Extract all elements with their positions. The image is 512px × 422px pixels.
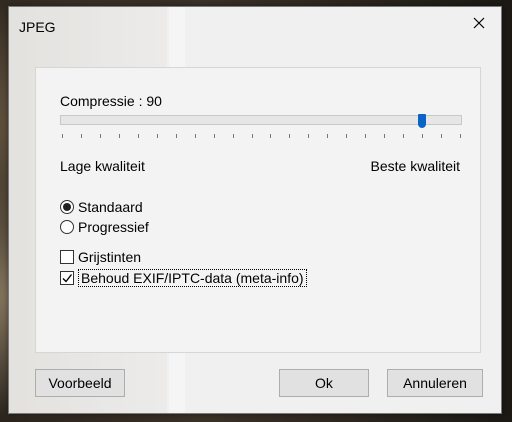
slider-ticks [62,134,462,140]
checkbox-behoud-exif[interactable]: Behoud EXIF/IPTC-data (meta-info) [60,269,307,287]
slider-tick [365,134,367,138]
slider-tick [232,134,234,138]
checkbox-grijstinten[interactable]: Grijstinten [60,249,141,265]
preview-button[interactable]: Voorbeeld [35,369,125,397]
radio-button-icon [60,200,74,214]
slider-tick [80,134,82,138]
radio-progressief[interactable]: Progressief [60,219,149,235]
slider-tick [156,134,158,138]
slider-tick [327,134,329,138]
dialog-title: JPEG [19,19,56,35]
checkbox-icon [60,271,74,285]
checkbox-grijstinten-label: Grijstinten [78,249,142,265]
slider-tick [441,134,443,138]
cancel-button[interactable]: Annuleren [387,369,483,397]
radio-selected-dot [63,203,71,211]
slider-tick [270,134,272,138]
radio-standaard[interactable]: Standaard [60,199,143,215]
slider-tick [403,134,405,138]
slider-tick [251,134,253,138]
slider-tick [289,134,291,138]
close-icon [473,17,485,29]
ok-button[interactable]: Ok [279,369,369,397]
slider-tick [194,134,196,138]
slider-tick [137,134,139,138]
settings-panel: Compressie : 90 Lage kwaliteit Beste kwa… [35,67,481,353]
radio-standaard-label: Standaard [78,199,143,215]
compression-label: Compressie : 90 [60,93,162,109]
checkmark-icon [62,274,73,283]
checkbox-icon [60,250,74,264]
close-button[interactable] [457,7,501,39]
slider-tick [346,134,348,138]
title-bar: JPEG [9,7,501,47]
radio-progressief-label: Progressief [78,219,149,235]
slider-tick [62,134,63,138]
low-quality-label: Lage kwaliteit [60,158,145,174]
slider-tick [384,134,386,138]
slider-tick [460,134,461,138]
slider-tick [308,134,310,138]
slider-tick [213,134,215,138]
jpeg-dialog: JPEG Compressie : 90 Lage kwaliteit Best… [8,6,502,414]
slider-tick [175,134,177,138]
radio-button-icon [60,220,74,234]
slider-tick [99,134,101,138]
compression-slider-thumb[interactable] [417,114,426,128]
high-quality-label: Beste kwaliteit [370,158,460,174]
slider-tick [422,134,424,138]
slider-tick [118,134,120,138]
checkbox-behoud-exif-label: Behoud EXIF/IPTC-data (meta-info) [78,269,307,287]
compression-slider-track[interactable] [60,115,462,125]
